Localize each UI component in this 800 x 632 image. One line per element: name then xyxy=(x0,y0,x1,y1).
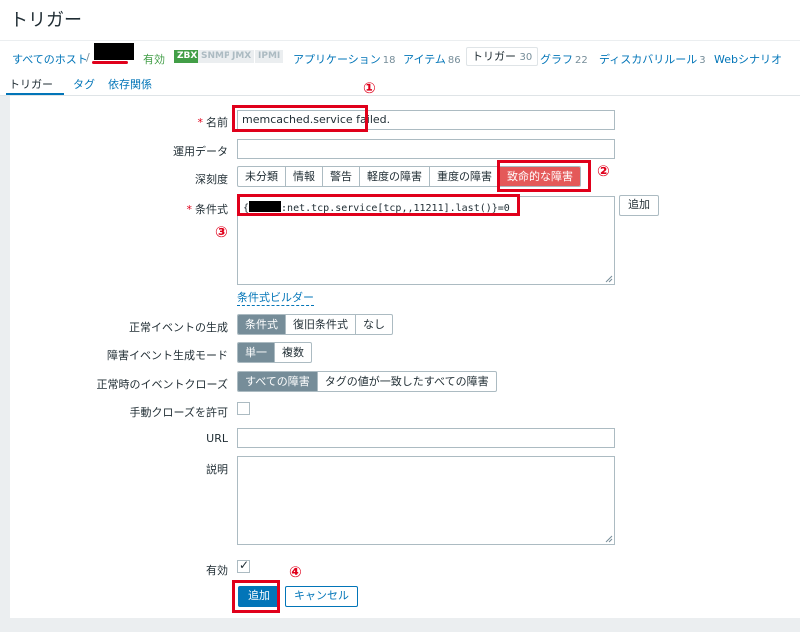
nav-graphs-label: グラフ xyxy=(540,53,573,66)
name-label: * 名前 xyxy=(197,116,229,129)
severity-label: 深刻度 xyxy=(195,173,228,186)
ok-event-recovery-expression[interactable]: 復旧条件式 xyxy=(286,315,356,334)
resize-grip-icon[interactable] xyxy=(605,275,613,283)
nav-graphs-count: 22 xyxy=(575,55,588,66)
nav-items-label: アイテム xyxy=(403,53,446,66)
cancel-button[interactable]: キャンセル xyxy=(285,586,358,607)
nav-triggers-label: トリガー xyxy=(472,50,516,63)
host-status-enabled[interactable]: 有効 xyxy=(143,51,165,67)
description-label: 説明 xyxy=(206,463,228,476)
severity-average[interactable]: 軽度の障害 xyxy=(360,167,430,186)
url-input[interactable] xyxy=(237,428,615,448)
severity-high[interactable]: 重度の障害 xyxy=(430,167,500,186)
breadcrumb-separator: / xyxy=(86,51,90,64)
nav-applications-count: 18 xyxy=(382,55,396,66)
annotation-marker-2: ② xyxy=(597,162,610,180)
manual-close-checkbox[interactable] xyxy=(237,402,250,415)
opdata-input[interactable] xyxy=(237,139,615,159)
nav-discovery-count: 3 xyxy=(699,55,706,66)
nav-triggers-count: 30 xyxy=(519,52,533,63)
ok-close-tag-match[interactable]: タグの値が一致したすべての障害 xyxy=(318,372,496,391)
manual-close-label: 手動クローズを許可 xyxy=(129,406,228,419)
breadcrumb-all-hosts[interactable]: すべてのホスト xyxy=(12,51,88,67)
nav-items[interactable]: アイテム 86 xyxy=(403,51,461,67)
problem-mode-label: 障害イベント生成モード xyxy=(107,349,228,362)
nav-web-label: Webシナリオ xyxy=(714,53,782,66)
problem-mode-selector: 単一 複数 xyxy=(237,342,312,363)
nav-items-count: 86 xyxy=(447,55,461,66)
ok-event-none[interactable]: なし xyxy=(356,315,392,334)
checkmark-icon: ✓ xyxy=(239,558,250,572)
annotation-highlight-submit xyxy=(232,580,280,613)
availability-zbx: ZBX xyxy=(174,50,201,63)
expression-add-button[interactable]: 追加 xyxy=(619,195,659,216)
expression-builder-link[interactable]: 条件式ビルダー xyxy=(237,289,314,306)
problem-mode-multiple[interactable]: 複数 xyxy=(275,343,311,362)
ok-close-label: 正常時のイベントクローズ xyxy=(96,378,228,391)
problem-mode-single[interactable]: 単一 xyxy=(238,343,275,362)
nav-graphs[interactable]: グラフ 22 xyxy=(540,51,588,67)
tab-tags[interactable]: タグ xyxy=(73,76,95,92)
ok-event-expression[interactable]: 条件式 xyxy=(238,315,286,334)
host-name-redacted[interactable] xyxy=(94,43,134,60)
resize-grip-icon[interactable] xyxy=(605,535,613,543)
opdata-label: 運用データ xyxy=(173,145,228,158)
annotation-highlight-name xyxy=(232,105,368,132)
description-textarea[interactable] xyxy=(237,456,615,545)
annotation-marker-3: ③ xyxy=(215,223,228,241)
form-tabs: トリガー タグ 依存関係 xyxy=(0,70,800,96)
annotation-highlight-expression xyxy=(237,194,520,216)
annotation-highlight-severity xyxy=(497,160,591,192)
title-bar: トリガー xyxy=(0,0,800,40)
url-label: URL xyxy=(206,432,228,445)
nav-triggers[interactable]: トリガー 30 xyxy=(466,47,539,66)
severity-warning[interactable]: 警告 xyxy=(323,167,360,186)
severity-not-classified[interactable]: 未分類 xyxy=(238,167,286,186)
tab-trigger[interactable]: トリガー xyxy=(9,76,53,92)
page-title: トリガー xyxy=(10,10,82,31)
availability-ipmi: IPMI xyxy=(255,50,284,63)
ok-close-selector: すべての障害 タグの値が一致したすべての障害 xyxy=(237,371,497,392)
severity-information[interactable]: 情報 xyxy=(286,167,323,186)
nav-discovery-rules[interactable]: ディスカバリルール 3 xyxy=(599,51,706,67)
annotation-marker-1: ① xyxy=(363,79,376,97)
ok-event-generation-selector: 条件式 復旧条件式 なし xyxy=(237,314,393,335)
tab-dependencies[interactable]: 依存関係 xyxy=(108,76,152,92)
ok-close-all-problems[interactable]: すべての障害 xyxy=(238,372,318,391)
nav-web-scenarios[interactable]: Webシナリオ xyxy=(714,51,782,67)
availability-jmx: JMX xyxy=(229,50,255,63)
active-tab-indicator xyxy=(6,93,64,95)
enabled-label: 有効 xyxy=(206,564,228,577)
host-name-underline xyxy=(92,61,128,64)
expression-label: * 条件式 xyxy=(186,203,229,216)
annotation-marker-4: ④ xyxy=(289,563,302,581)
nav-applications-label: アプリケーション xyxy=(293,53,381,66)
nav-applications[interactable]: アプリケーション 18 xyxy=(293,51,396,67)
enabled-checkbox[interactable]: ✓ xyxy=(237,558,250,573)
ok-event-generation-label: 正常イベントの生成 xyxy=(129,321,228,334)
nav-discovery-label: ディスカバリルール xyxy=(599,53,698,66)
